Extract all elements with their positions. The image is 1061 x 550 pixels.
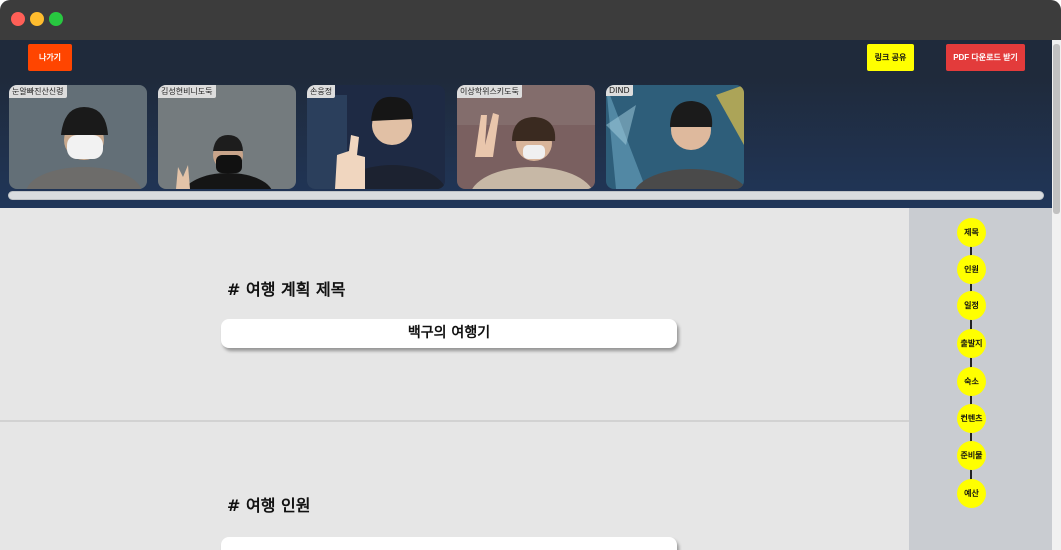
- participant-video-icon: [457, 85, 595, 189]
- section-trip-members: # 여행 인원: [0, 422, 909, 550]
- section-heading: # 여행 계획 제목: [227, 280, 346, 299]
- step-title[interactable]: 제목: [957, 218, 986, 247]
- participant-name: 눈알빠진산신령: [9, 85, 67, 98]
- trip-title-field[interactable]: 백구의 여행기: [221, 319, 677, 348]
- step-contents[interactable]: 컨텐츠: [957, 404, 986, 433]
- participant-video-icon: [307, 85, 445, 189]
- participant-video-icon: [158, 85, 296, 189]
- participant-video-icon: [9, 85, 147, 189]
- video-tile[interactable]: 이상학위스키도둑: [457, 85, 595, 189]
- page-scrollbar-thumb[interactable]: [1053, 44, 1060, 214]
- step-navigator: 제목 인원 일정 출발지 숙소 컨텐츠 준비물 예산: [909, 208, 1052, 550]
- step-supplies[interactable]: 준비물: [957, 441, 986, 470]
- window-titlebar: [0, 0, 1061, 40]
- step-schedule[interactable]: 일정: [957, 291, 986, 320]
- step-lodging[interactable]: 숙소: [957, 367, 986, 396]
- participant-name: 이상학위스키도둑: [457, 85, 522, 98]
- trip-members-field[interactable]: [221, 537, 677, 550]
- section-trip-title: # 여행 계획 제목 백구의 여행기: [0, 208, 909, 422]
- participant-name: DIND: [606, 85, 633, 96]
- pdf-download-button[interactable]: PDF 다운로드 받기: [946, 44, 1025, 71]
- section-heading: # 여행 인원: [227, 496, 311, 515]
- video-strip: 눈알빠진산신령 김성현비니도둑 손웅정 이상학위스키도둑 DIND: [0, 77, 1052, 208]
- exit-button[interactable]: 나가기: [28, 44, 72, 71]
- video-tile[interactable]: 김성현비니도둑: [158, 85, 296, 189]
- maximize-window-icon[interactable]: [49, 12, 63, 26]
- participant-name: 손웅정: [307, 85, 336, 98]
- close-window-icon[interactable]: [11, 12, 25, 26]
- step-members[interactable]: 인원: [957, 255, 986, 284]
- page-scrollbar[interactable]: [1052, 40, 1061, 550]
- share-link-button[interactable]: 링크 공유: [867, 44, 914, 71]
- step-departure[interactable]: 출발지: [957, 329, 986, 358]
- participant-video-icon: [606, 85, 744, 189]
- minimize-window-icon[interactable]: [30, 12, 44, 26]
- app-window: 나가기 링크 공유 PDF 다운로드 받기 눈알빠진산신령 김성현비니도둑 손웅…: [0, 0, 1061, 550]
- video-tile[interactable]: DIND: [606, 85, 744, 189]
- video-tile[interactable]: 눈알빠진산신령: [9, 85, 147, 189]
- video-strip-scrollbar[interactable]: [8, 191, 1044, 200]
- step-budget[interactable]: 예산: [957, 479, 986, 508]
- top-toolbar: 나가기 링크 공유 PDF 다운로드 받기: [0, 40, 1052, 77]
- video-tile[interactable]: 손웅정: [307, 85, 445, 189]
- participant-name: 김성현비니도둑: [158, 85, 216, 98]
